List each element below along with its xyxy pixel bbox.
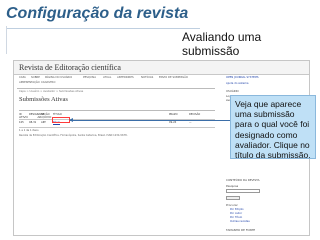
sidebar-browse-issue[interactable]: Por Edição xyxy=(230,208,244,211)
slide-subtitle: Avaliando uma submissão xyxy=(182,30,262,58)
nav-item-pesquisa[interactable]: PESQUISA xyxy=(83,76,96,79)
nav-item-atual[interactable]: ATUAL xyxy=(103,76,111,79)
cell-secao: ART xyxy=(41,121,46,124)
table-row: 105 08-31 ART Título 09-24 — xyxy=(19,121,215,126)
page-title: Submissões Ativas xyxy=(19,96,68,103)
nav-item-noticias[interactable]: NOTÍCIAS xyxy=(141,76,153,79)
col-titulo: TÍTULO xyxy=(53,113,62,116)
breadcrumb[interactable]: Capa > Usuário > Avaliador > Submissões … xyxy=(19,90,83,93)
arrow-left-icon xyxy=(69,118,73,122)
instruction-callout: Veja que aparece uma submissão para o qu… xyxy=(230,95,316,160)
col-secao: SEÇÃO xyxy=(41,113,50,116)
title-rule xyxy=(6,28,200,29)
nav-divider xyxy=(17,88,215,89)
nav-item-pagina-usuario[interactable]: PÁGINA DO USUÁRIO xyxy=(45,76,72,79)
sidebar-browse-other[interactable]: Outras revistas xyxy=(230,220,250,223)
sidebar-browse-heading: Procurar xyxy=(226,203,238,207)
nav-item-apresentacao[interactable]: APRESENTAÇÃO xyxy=(19,81,40,84)
col-decisao: DECISÃO xyxy=(189,113,201,116)
sidebar-help-link[interactable]: Ajuda do sistema xyxy=(226,82,248,85)
sidebar-search-label: Pesquisa xyxy=(226,184,239,188)
title-vertical-rule xyxy=(6,26,7,54)
nav-item-capa[interactable]: CAPA xyxy=(19,76,26,79)
sidebar-browse-title[interactable]: Por Título xyxy=(230,216,242,219)
col-id: ID xyxy=(19,113,22,116)
sidebar-ojs-link[interactable]: OPEN JOURNAL SYSTEMS xyxy=(226,76,259,79)
col-prazo: PRAZO xyxy=(169,113,178,116)
site-header: Revista de Editoração científica xyxy=(14,61,309,75)
pointer-arrow-line xyxy=(70,120,242,121)
cell-prazo: 09-24 xyxy=(169,121,177,124)
table-header: ID DESIGNADO SEÇÃO TÍTULO PRAZO DECISÃO xyxy=(19,113,215,118)
nav-item-sobre[interactable]: SOBRE xyxy=(31,76,40,79)
slide-title: Configuração da revista xyxy=(6,5,189,22)
nav-item-cadastro[interactable]: CADASTRO xyxy=(41,81,55,84)
sidebar-content-heading: CONTEÚDO DA REVISTA xyxy=(226,178,260,182)
site-name[interactable]: Revista de Editoração científica xyxy=(19,63,121,72)
cell-designado: 08-31 xyxy=(29,121,37,124)
cell-id: 105 xyxy=(19,121,24,124)
table-rule xyxy=(19,127,215,128)
tab-divider xyxy=(19,110,215,111)
title-highlight-box xyxy=(52,117,70,123)
nav-item-envio[interactable]: ENVIO DE SUBMISSÃO xyxy=(159,76,188,79)
main-nav: CAPA SOBRE PÁGINA DO USUÁRIO PESQUISA AT… xyxy=(17,75,215,88)
submissions-table: ID DESIGNADO SEÇÃO TÍTULO PRAZO DECISÃO … xyxy=(19,113,215,132)
sidebar-search-button[interactable] xyxy=(226,196,240,200)
journal-footer: Revista de Editoração Científica. Floria… xyxy=(19,134,128,137)
sidebar-browse-author[interactable]: Por Autor xyxy=(230,212,242,215)
sidebar-user-heading: USUÁRIO xyxy=(226,89,239,93)
nav-item-anteriores[interactable]: ANTERIORES xyxy=(117,76,134,79)
sidebar-search-input[interactable] xyxy=(226,189,260,193)
pagination-info: 1 a 1 de 1 itens xyxy=(19,129,39,132)
cell-decisao: — xyxy=(189,121,192,124)
sidebar-font-heading: TAMANHO DE FONTE xyxy=(226,228,256,232)
